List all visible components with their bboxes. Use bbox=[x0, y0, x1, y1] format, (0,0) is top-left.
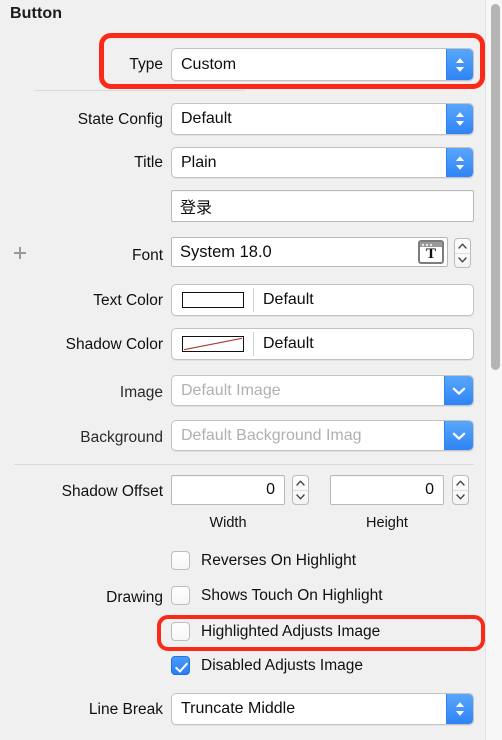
text-color-combo[interactable]: Default bbox=[171, 284, 474, 316]
font-size-stepper[interactable] bbox=[454, 238, 471, 268]
font-panel-icon-letter: T bbox=[425, 245, 436, 262]
stepper-down-icon[interactable] bbox=[453, 489, 468, 505]
label-state-config: State Config bbox=[77, 111, 163, 128]
vertical-scrollbar-track[interactable] bbox=[485, 0, 502, 740]
stepper-up-icon[interactable] bbox=[293, 476, 308, 490]
checkbox-box[interactable] bbox=[171, 622, 190, 641]
plus-icon[interactable] bbox=[12, 246, 28, 262]
type-popup-value: Custom bbox=[181, 55, 237, 73]
checkbox-label: Reverses On Highlight bbox=[201, 551, 357, 569]
shadow-offset-width-stepper[interactable] bbox=[292, 475, 309, 505]
image-combo-value: Default Image bbox=[181, 381, 281, 399]
shadow-offset-height-input[interactable]: 0 bbox=[330, 475, 444, 505]
label-shadow-offset: Shadow Offset bbox=[61, 483, 163, 500]
label-line-break: Line Break bbox=[88, 701, 163, 718]
checkbox-label: Highlighted Adjusts Image bbox=[201, 622, 381, 640]
font-panel-icon[interactable]: T bbox=[418, 240, 444, 264]
background-combo-value: Default Background Imag bbox=[181, 426, 362, 444]
label-shadow-color: Shadow Color bbox=[65, 336, 163, 353]
label-image: Image bbox=[119, 384, 163, 401]
label-drawing: Drawing bbox=[106, 589, 163, 606]
chevron-down-icon[interactable] bbox=[444, 376, 473, 405]
state-config-popup[interactable]: Default bbox=[171, 103, 474, 135]
text-color-value: Default bbox=[263, 291, 314, 308]
line-break-value: Truncate Middle bbox=[181, 700, 296, 717]
chevron-down-icon[interactable] bbox=[444, 421, 473, 450]
divider-middle bbox=[14, 464, 474, 465]
line-break-popup[interactable]: Truncate Middle bbox=[171, 693, 474, 725]
label-background: Background bbox=[80, 429, 163, 446]
attributes-inspector-panel: Button Type Custom State Config Default … bbox=[0, 0, 502, 740]
checkbox-box[interactable] bbox=[171, 656, 190, 675]
caption-width: Width bbox=[209, 515, 247, 531]
state-config-value: Default bbox=[181, 110, 232, 127]
chevron-up-down-icon[interactable] bbox=[446, 694, 473, 724]
stepper-up-icon[interactable] bbox=[453, 476, 468, 490]
title-style-value: Plain bbox=[181, 153, 217, 171]
checkbox-label: Disabled Adjusts Image bbox=[201, 656, 363, 674]
chevron-up-down-icon[interactable] bbox=[446, 148, 473, 177]
shadow-offset-height-stepper[interactable] bbox=[452, 475, 469, 505]
image-combo[interactable]: Default Image bbox=[171, 375, 474, 406]
font-field-value: System 18.0 bbox=[180, 242, 272, 261]
stepper-down-icon[interactable] bbox=[455, 252, 470, 268]
title-style-popup[interactable]: Plain bbox=[171, 147, 474, 178]
text-color-swatch[interactable] bbox=[182, 292, 244, 308]
checkbox-reverses-on-highlight[interactable]: Reverses On Highlight bbox=[171, 551, 356, 570]
label-font: Font bbox=[131, 247, 163, 264]
vertical-scrollbar-thumb[interactable] bbox=[491, 4, 500, 370]
font-field[interactable]: System 18.0 T bbox=[171, 237, 448, 267]
checkbox-box[interactable] bbox=[171, 551, 190, 570]
type-popup[interactable]: Custom bbox=[171, 48, 474, 81]
checkbox-disabled-adjusts-image[interactable]: Disabled Adjusts Image bbox=[171, 656, 363, 675]
checkbox-shows-touch-on-highlight[interactable]: Shows Touch On Highlight bbox=[171, 586, 383, 605]
font-panel-icon-titlebar bbox=[420, 242, 442, 247]
title-text-field[interactable]: 登录 bbox=[171, 190, 474, 222]
shadow-color-value: Default bbox=[263, 335, 314, 352]
stepper-down-icon[interactable] bbox=[293, 489, 308, 505]
checkbox-highlighted-adjusts-image[interactable]: Highlighted Adjusts Image bbox=[171, 622, 380, 641]
background-combo[interactable]: Default Background Imag bbox=[171, 420, 474, 451]
label-title: Title bbox=[134, 154, 163, 171]
shadow-color-combo[interactable]: Default bbox=[171, 328, 474, 360]
label-type: Type bbox=[129, 56, 163, 73]
page-title: Button bbox=[10, 5, 63, 22]
shadow-offset-width-input[interactable]: 0 bbox=[171, 475, 285, 505]
chevron-up-down-icon[interactable] bbox=[446, 49, 473, 80]
clear-color-slash-icon bbox=[183, 337, 243, 351]
label-text-color: Text Color bbox=[93, 292, 163, 309]
checkbox-label: Shows Touch On Highlight bbox=[201, 586, 383, 604]
caption-height: Height bbox=[366, 515, 408, 531]
stepper-up-icon[interactable] bbox=[455, 239, 470, 253]
shadow-color-swatch[interactable] bbox=[182, 336, 244, 352]
divider-top bbox=[35, 90, 245, 91]
chevron-up-down-icon[interactable] bbox=[446, 104, 473, 134]
checkbox-box[interactable] bbox=[171, 586, 190, 605]
